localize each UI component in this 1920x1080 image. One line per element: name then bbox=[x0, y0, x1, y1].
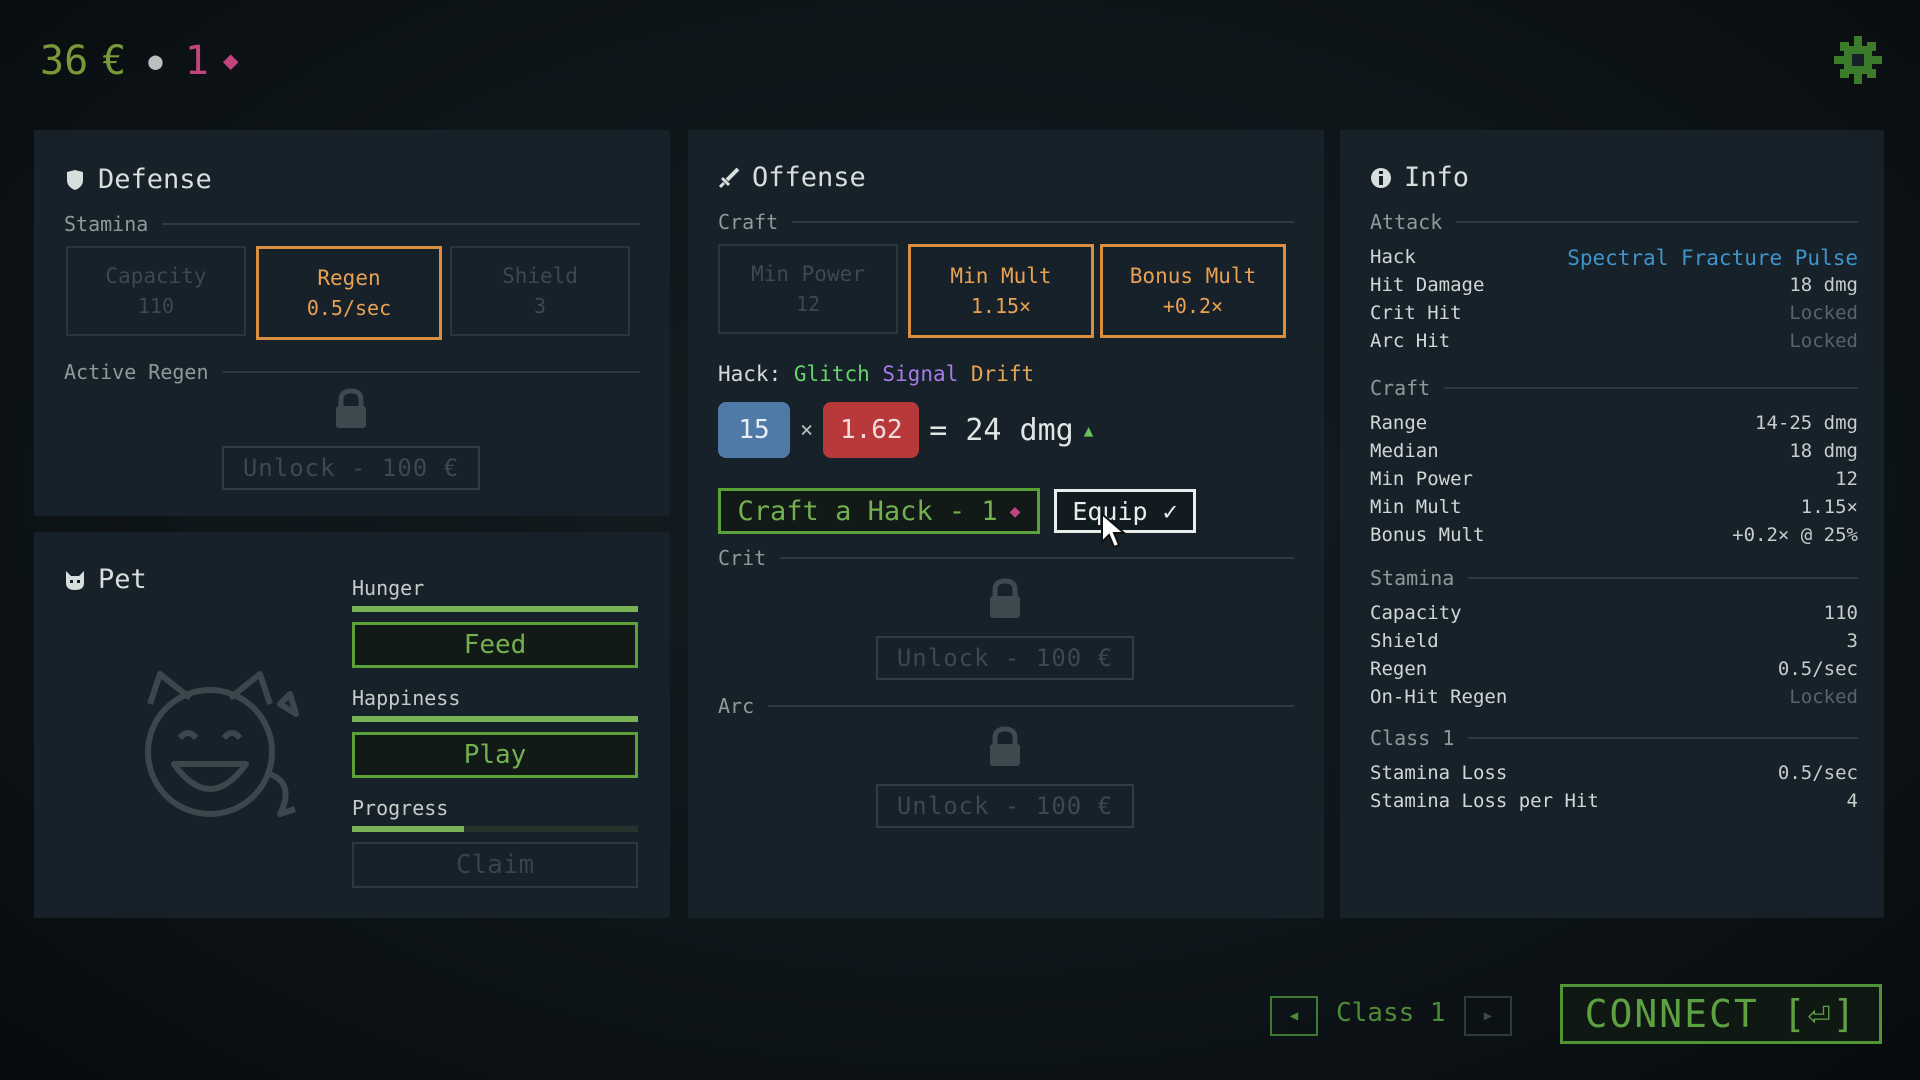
arrow-left-icon: ◀ bbox=[1289, 1008, 1299, 1024]
defense-panel: Defense Stamina Capacity 110 Regen 0.5/sec… bbox=[34, 130, 670, 516]
gem-icon: ◆ bbox=[222, 46, 239, 76]
lock-icon bbox=[990, 578, 1020, 618]
unlock-active-regen-button[interactable]: Unlock - 100 € bbox=[222, 446, 480, 490]
active-regen-section: Active Regen bbox=[64, 360, 640, 384]
settings-gear-icon[interactable] bbox=[1832, 34, 1884, 86]
arc-section: Arc bbox=[718, 694, 1294, 718]
min-power-card[interactable]: Min Power 12 bbox=[718, 244, 898, 334]
lock-icon bbox=[990, 726, 1020, 766]
next-class-button[interactable]: ▶ bbox=[1464, 996, 1512, 1036]
euro-symbol: € bbox=[102, 38, 127, 84]
mult-chip: 1.62 bbox=[823, 402, 920, 458]
info-row-hit-damage: Hit Damage 18 dmg bbox=[1370, 274, 1858, 296]
unlock-crit-button[interactable]: Unlock - 100 € bbox=[876, 636, 1134, 680]
play-button[interactable]: Play bbox=[352, 732, 638, 778]
feed-button[interactable]: Feed bbox=[352, 622, 638, 668]
info-row-on-hit-regen: On-Hit Regen Locked bbox=[1370, 686, 1858, 708]
pet-panel: Pet Hunger Feed Happiness Play Progress … bbox=[34, 532, 670, 918]
damage-equation: 15 × 1.62 = 24 dmg ▲ bbox=[718, 402, 1093, 458]
sword-icon bbox=[718, 167, 740, 188]
euro-amount: 36 bbox=[40, 38, 89, 84]
hack-name-line: Hack: Glitch Signal Drift bbox=[718, 362, 1035, 386]
class-info-section: Class 1 bbox=[1370, 726, 1858, 750]
hunger-bar-fill bbox=[352, 606, 638, 612]
stamina-info-section: Stamina bbox=[1370, 566, 1858, 590]
craft-section: Craft bbox=[718, 210, 1294, 234]
hunger-bar bbox=[352, 606, 638, 612]
prev-class-button[interactable]: ◀ bbox=[1270, 996, 1318, 1036]
info-row-regen: Regen 0.5/sec bbox=[1370, 658, 1858, 680]
claim-button[interactable]: Claim bbox=[352, 842, 638, 888]
separator-dot-icon: ● bbox=[148, 47, 163, 75]
shield-card[interactable]: Shield 3 bbox=[450, 246, 630, 336]
happiness-bar bbox=[352, 716, 638, 722]
gem-icon: ◆ bbox=[1009, 500, 1021, 522]
bonus-mult-card[interactable]: Bonus Mult +0.2× bbox=[1100, 244, 1286, 338]
gem-amount: 1 bbox=[184, 38, 209, 84]
times-sign: × bbox=[800, 417, 814, 443]
damage-result: = 24 dmg bbox=[929, 412, 1074, 448]
increase-arrow-icon: ▲ bbox=[1083, 420, 1094, 440]
capacity-card[interactable]: Capacity 110 bbox=[66, 246, 246, 336]
progress-label: Progress bbox=[352, 796, 449, 820]
info-row-hack: Hack Spectral Fracture Pulse bbox=[1370, 246, 1858, 270]
arrow-right-icon: ▶ bbox=[1483, 1008, 1493, 1024]
craft-info-section: Craft bbox=[1370, 376, 1858, 400]
regen-card[interactable]: Regen 0.5/sec bbox=[256, 246, 442, 340]
info-icon bbox=[1371, 167, 1391, 188]
progress-bar-fill bbox=[352, 826, 464, 832]
crit-section: Crit bbox=[718, 546, 1294, 570]
shield-icon bbox=[67, 169, 83, 190]
info-title: Info bbox=[1370, 162, 1469, 193]
info-row-shield: Shield 3 bbox=[1370, 630, 1858, 652]
hunger-label: Hunger bbox=[352, 576, 425, 600]
lock-icon bbox=[336, 388, 366, 428]
class-label: Class 1 bbox=[1336, 998, 1446, 1028]
min-mult-card[interactable]: Min Mult 1.15× bbox=[908, 244, 1094, 338]
craft-hack-button[interactable]: Craft a Hack - 1 ◆ bbox=[718, 488, 1040, 534]
stamina-section: Stamina bbox=[64, 212, 640, 236]
currency-bar: 36 € ● 1 ◆ bbox=[40, 36, 238, 86]
unlock-arc-button[interactable]: Unlock - 100 € bbox=[876, 784, 1134, 828]
mouse-cursor-icon bbox=[1101, 512, 1126, 549]
info-row-min-power: Min Power 12 bbox=[1370, 468, 1858, 490]
offense-title: Offense bbox=[718, 162, 866, 193]
info-row-arc-hit: Arc Hit Locked bbox=[1370, 330, 1858, 352]
attack-section: Attack bbox=[1370, 210, 1858, 234]
enter-key-icon: [⏎] bbox=[1782, 992, 1858, 1036]
hack-word-1: Glitch bbox=[793, 362, 870, 386]
info-row-median: Median 18 dmg bbox=[1370, 440, 1858, 462]
info-row-crit-hit: Crit Hit Locked bbox=[1370, 302, 1858, 324]
hack-word-3: Drift bbox=[970, 362, 1035, 386]
hack-word-2: Signal bbox=[882, 362, 959, 386]
pet-title: Pet bbox=[64, 564, 147, 595]
pet-devil-face-icon bbox=[145, 671, 299, 817]
info-row-capacity: Capacity 110 bbox=[1370, 602, 1858, 624]
offense-panel: Offense Craft Min Power 12 Min Mult 1.15× … bbox=[688, 130, 1324, 918]
power-chip: 15 bbox=[718, 402, 790, 458]
info-row-stamina-loss: Stamina Loss 0.5/sec bbox=[1370, 762, 1858, 784]
info-row-min-mult: Min Mult 1.15× bbox=[1370, 496, 1858, 518]
info-row-bonus-mult: Bonus Mult +0.2× @ 25% bbox=[1370, 524, 1858, 546]
happiness-label: Happiness bbox=[352, 686, 461, 710]
cat-head-icon bbox=[66, 570, 84, 590]
happiness-bar-fill bbox=[352, 716, 638, 722]
defense-title: Defense bbox=[64, 164, 212, 195]
info-panel: Info Attack Hack Spectral Fracture Pulse … bbox=[1340, 130, 1884, 918]
info-row-range: Range 14-25 dmg bbox=[1370, 412, 1858, 434]
connect-button[interactable]: CONNECT [⏎] bbox=[1560, 984, 1882, 1044]
progress-bar bbox=[352, 826, 638, 832]
info-row-stamina-loss-per-hit: Stamina Loss per Hit 4 bbox=[1370, 790, 1858, 812]
